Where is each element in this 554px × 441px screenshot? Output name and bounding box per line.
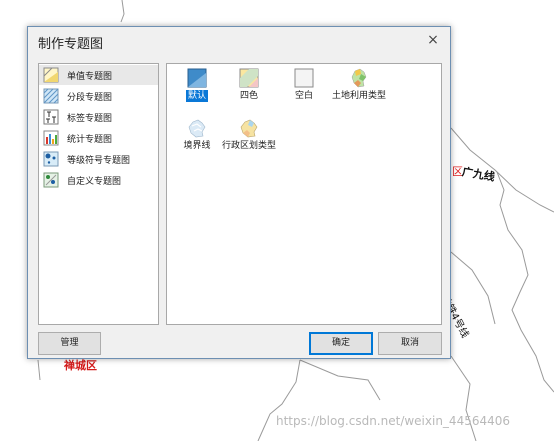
theme-type-label: 统计专题图 bbox=[67, 134, 113, 145]
template-label: 空白 bbox=[294, 91, 313, 101]
make-thematic-map-dialog: 制作专题图 × 单值专题图 分段专题图 标签专题图 统计专题图 等级符号专题图 … bbox=[27, 26, 451, 359]
template-gallery: 默认 四色 空白 土地利用类型 境界线 行政区划类型 bbox=[166, 63, 442, 325]
custom-icon bbox=[43, 172, 59, 188]
theme-type-graph[interactable]: 统计专题图 bbox=[39, 128, 158, 148]
land-use-icon bbox=[351, 68, 367, 88]
theme-type-graduated-symbol[interactable]: 等级符号专题图 bbox=[39, 149, 158, 169]
close-icon[interactable]: × bbox=[424, 31, 442, 49]
watermark: https://blog.csdn.net/weixin_44564406 bbox=[276, 414, 511, 428]
template-label: 境界线 bbox=[183, 141, 211, 151]
map-chancheng-label: 禅城区 bbox=[64, 359, 97, 372]
graduated-symbol-icon bbox=[43, 151, 59, 167]
theme-type-label: 单值专题图 bbox=[67, 71, 113, 82]
boundary-line-icon bbox=[188, 119, 206, 138]
template-blank[interactable]: 空白 bbox=[274, 68, 334, 102]
template-default[interactable]: 默认 bbox=[167, 68, 227, 102]
template-label: 默认 bbox=[185, 90, 208, 102]
template-label: 四色 bbox=[239, 91, 258, 101]
label-icon bbox=[43, 109, 59, 125]
graph-icon bbox=[43, 130, 59, 146]
template-land-use[interactable]: 土地利用类型 bbox=[329, 68, 389, 102]
theme-type-label: 自定义专题图 bbox=[67, 176, 122, 187]
theme-type-custom[interactable]: 自定义专题图 bbox=[39, 170, 158, 190]
theme-type-label: 标签专题图 bbox=[67, 113, 113, 124]
theme-type-list: 单值专题图 分段专题图 标签专题图 统计专题图 等级符号专题图 自定义专题图 bbox=[38, 63, 159, 325]
four-color-icon bbox=[239, 68, 259, 88]
theme-type-label: 等级符号专题图 bbox=[67, 155, 131, 166]
unique-value-icon bbox=[43, 67, 59, 83]
template-boundary-line[interactable]: 境界线 bbox=[167, 118, 227, 152]
theme-type-unique-value[interactable]: 单值专题图 bbox=[39, 65, 158, 85]
theme-type-label-theme[interactable]: 标签专题图 bbox=[39, 107, 158, 127]
ok-button[interactable]: 确定 bbox=[309, 332, 373, 355]
template-label: 行政区划类型 bbox=[221, 141, 276, 151]
template-four-color[interactable]: 四色 bbox=[219, 68, 279, 102]
template-admin-division[interactable]: 行政区划类型 bbox=[219, 118, 279, 152]
default-style-icon bbox=[187, 68, 207, 88]
theme-type-range[interactable]: 分段专题图 bbox=[39, 86, 158, 106]
manage-button[interactable]: 管理 bbox=[38, 332, 101, 355]
blank-icon bbox=[294, 68, 314, 88]
cancel-button[interactable]: 取消 bbox=[378, 332, 442, 355]
theme-type-label: 分段专题图 bbox=[67, 92, 113, 103]
range-icon bbox=[43, 88, 59, 104]
admin-division-icon bbox=[240, 119, 258, 138]
template-label: 土地利用类型 bbox=[331, 91, 386, 101]
dialog-title: 制作专题图 bbox=[38, 37, 104, 52]
